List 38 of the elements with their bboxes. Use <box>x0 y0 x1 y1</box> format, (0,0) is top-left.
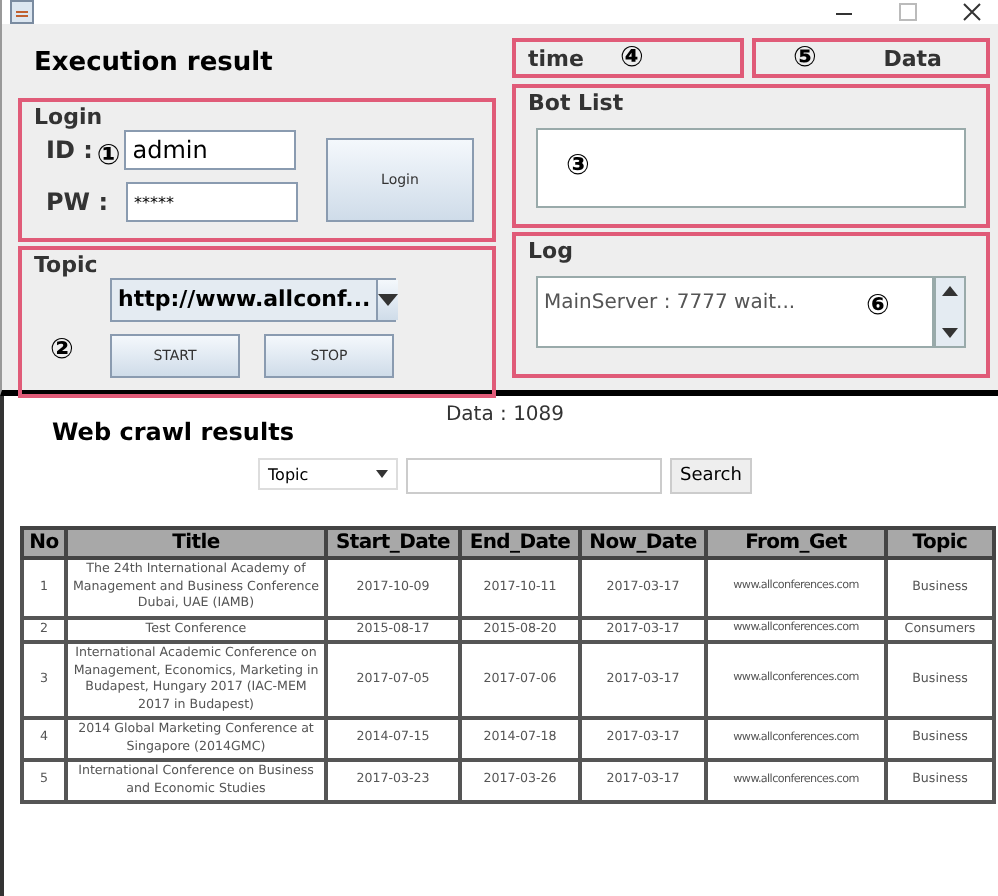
column-header: From_Get <box>706 528 886 558</box>
bot-list[interactable]: ③ <box>536 128 966 208</box>
group-title: Login <box>34 106 105 130</box>
dropdown-arrow-icon[interactable] <box>376 470 389 478</box>
scroll-down-icon[interactable] <box>942 328 958 338</box>
window-title: Execution result <box>34 48 275 78</box>
data-label: Data <box>883 45 942 71</box>
number-marker: ③ <box>566 150 590 182</box>
password-field[interactable]: ***** <box>126 182 298 222</box>
scrollbar[interactable] <box>934 276 966 348</box>
column-header: No <box>22 528 66 558</box>
search-button[interactable]: Search <box>670 458 752 494</box>
group-title: Log <box>528 240 575 264</box>
number-marker: ⑤ <box>792 42 817 74</box>
app-icon <box>10 0 34 24</box>
column-header: Topic <box>886 528 994 558</box>
id-field[interactable]: admin <box>124 130 297 170</box>
search-field[interactable] <box>406 458 663 494</box>
id-label: ID : <box>46 136 93 164</box>
log-text: MainServer : 7777 wait... <box>544 292 796 314</box>
close-icon[interactable] <box>962 2 982 22</box>
data-count: Data : 1089 <box>445 404 565 426</box>
number-marker: ② <box>50 334 74 366</box>
time-label: time <box>528 45 584 71</box>
column-header: Now_Date <box>580 528 706 558</box>
column-header: Title <box>66 528 326 558</box>
group-title: Topic <box>34 254 100 278</box>
number-marker: ⑥ <box>866 290 890 322</box>
group-title: Bot List <box>528 92 626 116</box>
section-heading: Web crawl results <box>52 418 296 446</box>
number-marker: ① <box>96 142 121 170</box>
number-marker: ④ <box>620 42 644 74</box>
scroll-up-icon[interactable] <box>942 286 958 296</box>
column-header: Start_Date <box>326 528 460 558</box>
column-header: End_Date <box>460 528 580 558</box>
password-label: PW : <box>46 188 111 216</box>
topic-select[interactable]: Topic <box>258 458 399 490</box>
dropdown-arrow-icon[interactable] <box>378 294 399 306</box>
